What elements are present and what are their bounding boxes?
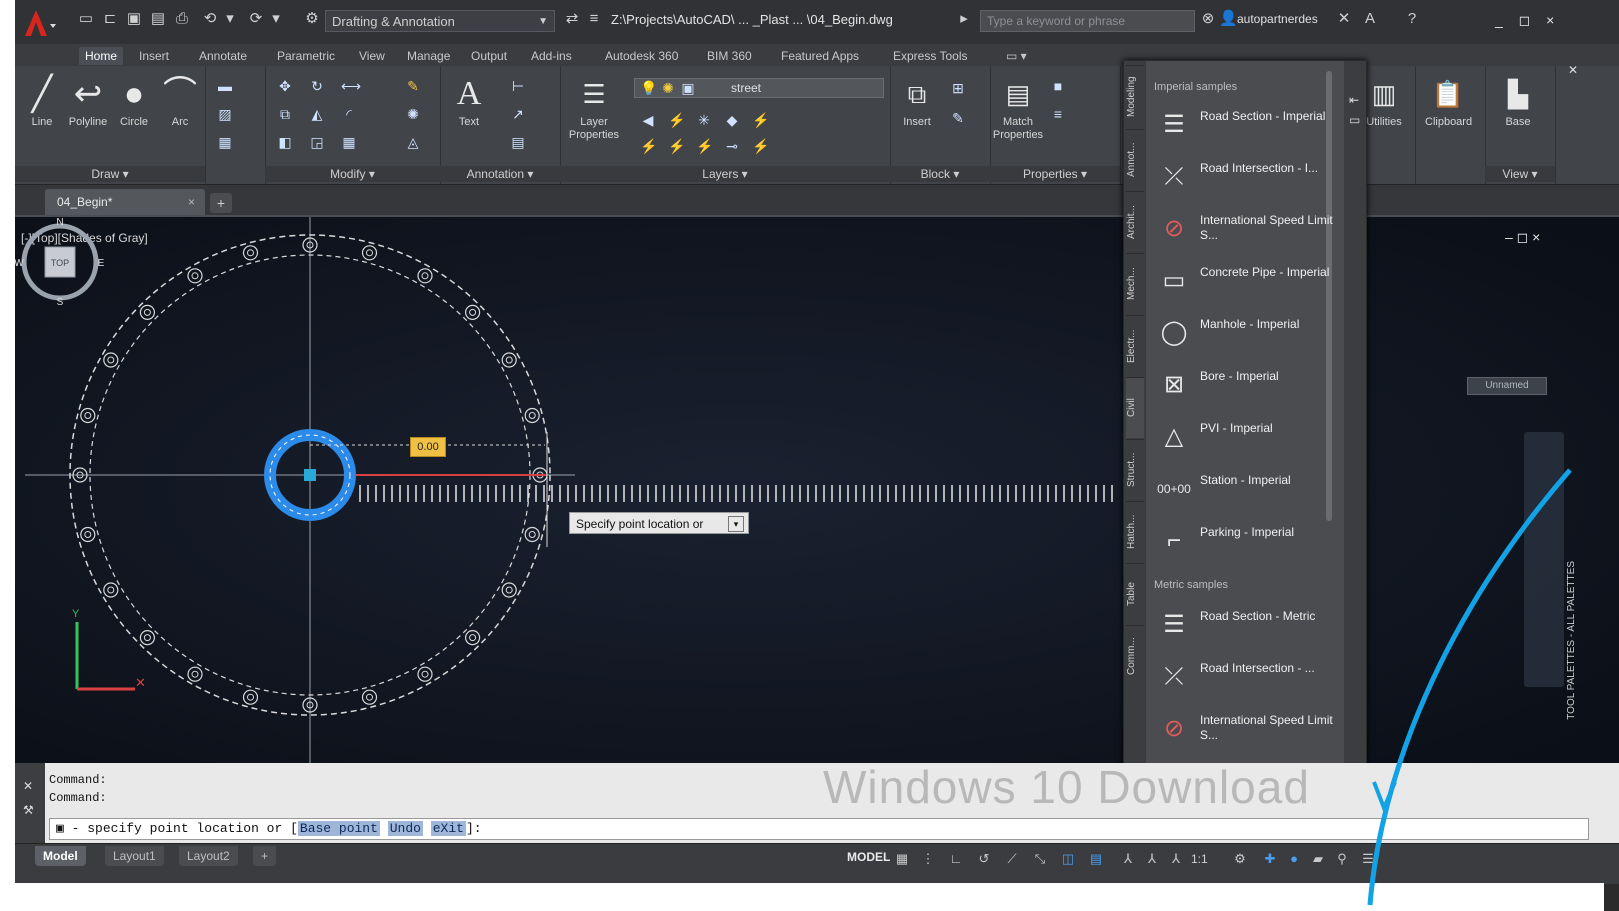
annotation-arrow-overlay bbox=[1367, 468, 1572, 906]
blue-arrow-curve bbox=[1367, 468, 1572, 906]
